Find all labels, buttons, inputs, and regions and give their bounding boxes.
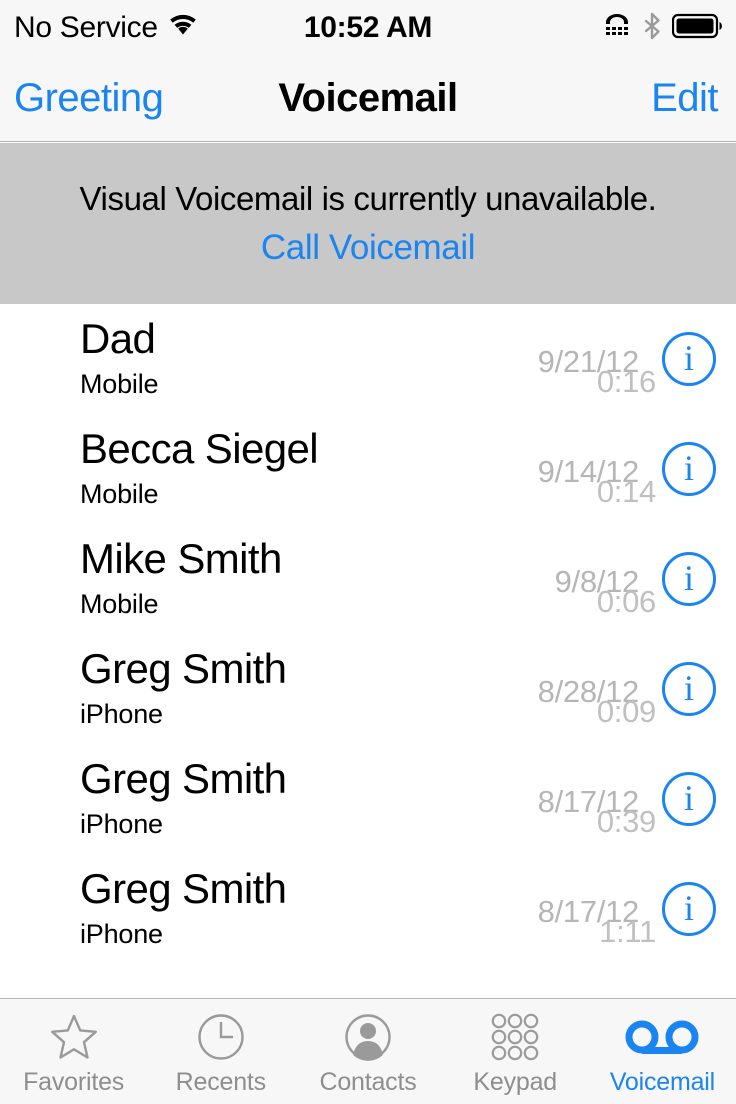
call-voicemail-link[interactable]: Call Voicemail [261,228,476,268]
table-row[interactable]: Becca Siegel Mobile 9/14/12 0:14 i [0,414,736,524]
contact-label: iPhone [80,919,163,949]
clock-icon [196,1012,246,1062]
info-button[interactable]: i [662,442,716,496]
voicemail-duration: 0:06 [596,584,656,619]
info-icon: i [683,778,694,818]
tab-favorites[interactable]: Favorites [0,999,147,1104]
star-icon [49,1012,99,1062]
contact-name: Greg Smith [80,645,287,692]
info-icon: i [683,558,694,598]
info-button[interactable]: i [662,772,716,826]
voicemail-duration: 0:14 [596,474,656,509]
table-row[interactable]: Greg Smith iPhone 8/28/12 0:09 i [0,634,736,744]
status-bar: No Service 10:52 AM [0,0,736,56]
table-row[interactable]: Greg Smith iPhone 8/17/12 0:39 i [0,744,736,854]
table-row[interactable]: Mike Smith Mobile 9/8/12 0:06 i [0,524,736,634]
info-button[interactable]: i [662,552,716,606]
contact-name: Mike Smith [80,535,282,582]
page-title: Voicemail [278,76,458,120]
contact-name: Becca Siegel [80,425,319,472]
tab-label-keypad: Keypad [473,1068,557,1096]
info-icon: i [683,448,694,488]
keypad-icon [488,1012,542,1062]
contact-label: Mobile [80,479,159,509]
tab-recents[interactable]: Recents [147,999,294,1104]
tty-icon [602,13,632,44]
tab-contacts[interactable]: Contacts [294,999,441,1104]
info-button[interactable]: i [662,882,716,936]
info-icon: i [683,888,694,928]
table-row[interactable]: Dad Mobile 9/21/12 0:16 i [0,304,736,414]
voicemail-duration: 1:11 [599,914,656,949]
info-button[interactable]: i [662,662,716,716]
voicemail-icon [625,1012,699,1062]
contact-label: Mobile [80,589,159,619]
info-button[interactable]: i [662,332,716,386]
battery-full-icon [671,13,724,44]
tab-label-voicemail: Voicemail [609,1068,716,1096]
contact-label: iPhone [80,809,163,839]
clock-label: 10:52 AM [303,11,433,44]
voicemail-screen: No Service 10:52 AM Greeting Voicemail E… [0,0,736,1104]
person-icon [343,1012,393,1062]
edit-button[interactable]: Edit [651,76,718,121]
navigation-bar: Greeting Voicemail Edit [0,56,736,142]
info-icon: i [683,338,694,378]
contact-label: iPhone [80,699,163,729]
tab-bar: Favorites Recents Contacts Keypad Voicem… [0,998,736,1104]
banner-message: Visual Voicemail is currently unavailabl… [79,179,657,217]
table-row[interactable]: Greg Smith iPhone 8/17/12 1:11 i [0,854,736,964]
voicemail-duration: 0:09 [596,694,656,729]
voicemail-list[interactable]: Dad Mobile 9/21/12 0:16 i Becca Siegel M… [0,304,736,1004]
tab-keypad[interactable]: Keypad [442,999,589,1104]
tab-voicemail[interactable]: Voicemail [589,999,736,1104]
voicemail-duration: 0:16 [596,364,656,399]
tab-label-recents: Recents [175,1068,267,1096]
contact-name: Greg Smith [80,865,287,912]
unavailable-banner: Visual Voicemail is currently unavailabl… [0,143,736,304]
bluetooth-icon [643,12,661,45]
contact-label: Mobile [80,369,159,399]
contact-name: Greg Smith [80,755,287,802]
voicemail-duration: 0:39 [596,804,656,839]
contact-name: Dad [80,315,156,362]
tab-label-contacts: Contacts [319,1068,417,1096]
status-bar-right [602,0,724,56]
info-icon: i [683,668,694,708]
tab-label-favorites: Favorites [23,1068,125,1096]
